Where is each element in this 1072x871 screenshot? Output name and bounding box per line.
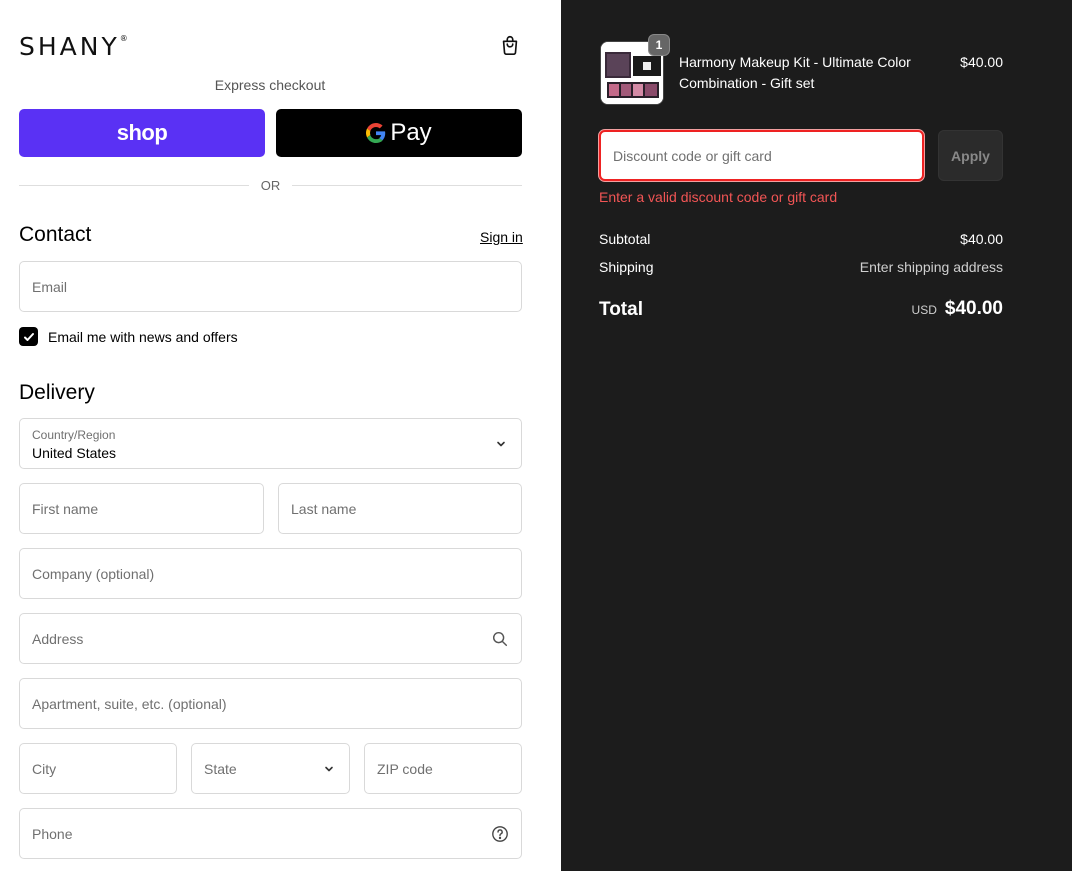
discount-input[interactable] bbox=[601, 132, 922, 179]
city-input[interactable] bbox=[20, 744, 176, 793]
first-name-input[interactable] bbox=[20, 484, 263, 533]
phone-field[interactable] bbox=[19, 808, 522, 859]
company-field[interactable] bbox=[19, 548, 522, 599]
shop-pay-button[interactable]: shop bbox=[19, 109, 265, 157]
quantity-badge: 1 bbox=[648, 34, 670, 56]
contact-heading: Contact bbox=[19, 223, 92, 246]
phone-input[interactable] bbox=[20, 809, 521, 858]
apartment-field[interactable] bbox=[19, 678, 522, 729]
subtotal-label: Subtotal bbox=[599, 231, 651, 247]
discount-error-message: Enter a valid discount code or gift card bbox=[599, 189, 838, 205]
email-field[interactable] bbox=[19, 261, 522, 312]
shop-pay-label: shop bbox=[116, 120, 168, 145]
company-input[interactable] bbox=[20, 549, 521, 598]
divider-line bbox=[19, 184, 249, 186]
first-name-field[interactable] bbox=[19, 483, 264, 534]
discount-field[interactable] bbox=[599, 130, 924, 181]
product-price: $40.00 bbox=[960, 54, 1003, 70]
shipping-label: Shipping bbox=[599, 259, 654, 275]
or-divider: OR bbox=[19, 176, 522, 194]
newsletter-label: Email me with news and offers bbox=[48, 328, 238, 345]
apartment-input[interactable] bbox=[20, 679, 521, 728]
zip-input[interactable] bbox=[365, 744, 521, 793]
shany-logo[interactable]: SHANY® bbox=[19, 32, 128, 61]
sign-in-link[interactable]: Sign in bbox=[480, 229, 523, 245]
search-icon[interactable] bbox=[491, 630, 509, 648]
total-currency: USD bbox=[911, 303, 937, 317]
country-select[interactable]: Country/Region United States bbox=[19, 418, 522, 469]
shipping-value: Enter shipping address bbox=[859, 259, 1003, 275]
question-circle-icon[interactable] bbox=[491, 825, 509, 843]
google-pay-label: Pay bbox=[390, 119, 432, 146]
city-field[interactable] bbox=[19, 743, 177, 794]
google-g-icon bbox=[366, 123, 386, 143]
address-input[interactable] bbox=[20, 614, 521, 663]
shopping-bag-icon[interactable] bbox=[499, 34, 521, 56]
state-placeholder: State bbox=[204, 760, 237, 777]
google-pay-button[interactable]: Pay bbox=[276, 109, 522, 157]
last-name-input[interactable] bbox=[279, 484, 521, 533]
delivery-heading: Delivery bbox=[19, 381, 95, 404]
product-name: Harmony Makeup Kit - Ultimate Color Comb… bbox=[679, 54, 911, 91]
apply-discount-button[interactable]: Apply bbox=[938, 130, 1003, 181]
total-value-group: USD $40.00 bbox=[912, 298, 1003, 320]
country-value: United States bbox=[32, 445, 117, 461]
country-label: Country/Region bbox=[32, 428, 116, 442]
express-checkout-title: Express checkout bbox=[214, 77, 326, 93]
check-icon bbox=[23, 332, 34, 341]
chevron-down-icon bbox=[325, 766, 333, 771]
divider-line bbox=[292, 184, 522, 186]
state-select[interactable]: State bbox=[191, 743, 350, 794]
checkout-form-panel: SHANY® Express checkout shop Pay OR Cont… bbox=[0, 0, 561, 871]
newsletter-checkbox[interactable] bbox=[19, 327, 38, 346]
address-field[interactable] bbox=[19, 613, 522, 664]
subtotal-value: $40.00 bbox=[960, 231, 1003, 247]
zip-field[interactable] bbox=[364, 743, 522, 794]
total-value: $40.00 bbox=[944, 298, 1003, 319]
or-label: OR bbox=[260, 177, 281, 193]
total-label: Total bbox=[599, 299, 643, 320]
email-input[interactable] bbox=[20, 262, 521, 311]
last-name-field[interactable] bbox=[278, 483, 522, 534]
newsletter-checkbox-row[interactable]: Email me with news and offers bbox=[19, 327, 238, 346]
chevron-down-icon bbox=[497, 441, 505, 446]
